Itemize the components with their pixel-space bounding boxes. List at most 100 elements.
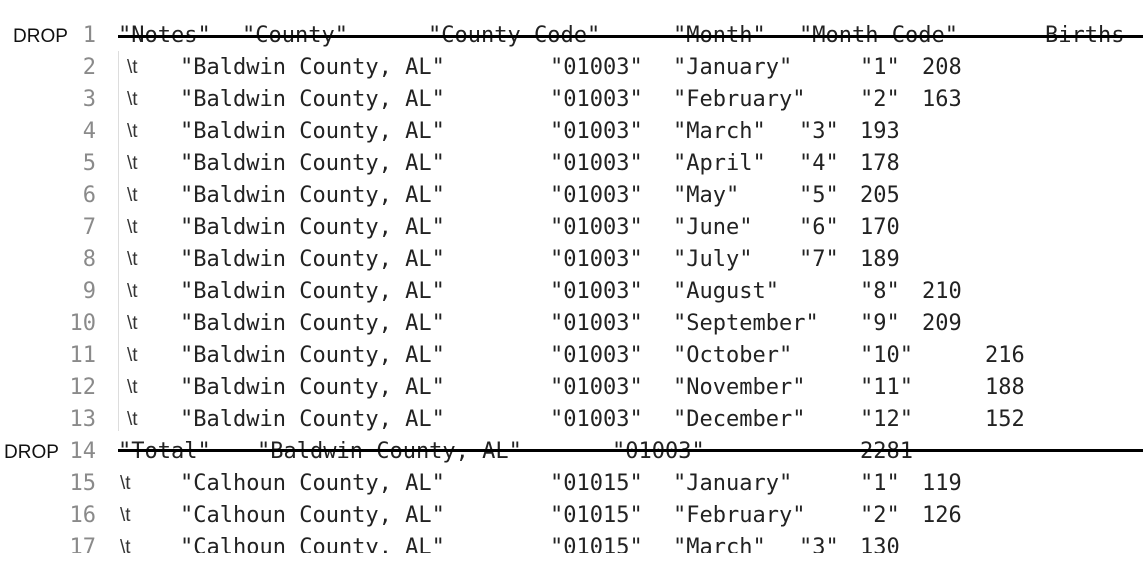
field-text: "February" [673,87,806,112]
field-text: "July" [673,247,753,272]
tab-marker: \t [120,537,131,553]
tab-marker: \t [127,185,138,206]
drop-label: DROP [4,442,59,463]
line-number: 13 [69,407,97,432]
field-text: "February" [673,503,806,528]
field-text: "9" [860,311,900,336]
tab-marker: \t [127,153,138,174]
field-text: "01003" [550,407,643,432]
line-number: 3 [82,87,96,112]
data-line[interactable]: 3 \t "Baldwin County, AL" "01003" "February"… [0,83,1143,115]
line-number: 5 [82,151,96,176]
line-number: 11 [69,343,97,368]
tab-marker: \t [127,313,138,334]
tab-marker: \t [127,57,138,78]
data-line[interactable]: 13 \t "Baldwin County, AL" "01003" "December… [0,403,1143,435]
data-line[interactable]: 4 \t "Baldwin County, AL" "01003" "March" "3"… [0,115,1143,147]
field-text: "01003" [550,247,643,272]
data-line[interactable]: 8 \t "Baldwin County, AL" "01003" "July" "7" 1… [0,243,1143,275]
field-text: 130 [860,535,900,553]
data-line[interactable]: 15 \t "Calhoun County, AL" "01015" "January"… [0,467,1143,499]
field-text: "01003" [550,151,643,176]
field-text: 189 [860,247,900,272]
drop-label: DROP [13,26,68,47]
field-text: "Baldwin County, AL" [180,343,445,368]
field-text: 178 [860,151,900,176]
data-line[interactable]: 2 \t "Baldwin County, AL" "01003" "January" "… [0,51,1143,83]
line-number: 8 [82,247,96,272]
text-editor[interactable]: DROP 1 "Notes" "County" "County Code" "Month"… [0,0,1143,553]
tab-marker: \t [127,281,138,302]
field-text: 163 [922,87,962,112]
field-text: "10" [860,343,913,368]
data-line[interactable]: 5 \t "Baldwin County, AL" "01003" "April" "4"… [0,147,1143,179]
field-text: "6" [799,215,839,240]
field-text: "Baldwin County, AL" [180,311,445,336]
line-number: 16 [69,503,97,528]
field-text: "01003" [550,183,643,208]
field-text: "01015" [550,471,643,496]
field-text: "2" [860,503,900,528]
field-text: "Baldwin County, AL" [180,119,445,144]
line-number: 4 [82,119,96,144]
tab-marker: \t [120,473,131,494]
field-text: "April" [673,151,766,176]
tab-marker: \t [127,121,138,142]
field-text: "December" [673,407,806,432]
line-number: 12 [69,375,97,400]
line-number: 9 [82,279,96,304]
field-text: "June" [673,215,753,240]
field-text: 210 [922,279,962,304]
field-text: "01003" [550,119,643,144]
strikethrough-line [118,35,1143,38]
data-line[interactable]: 6 \t "Baldwin County, AL" "01003" "May" "5" 20… [0,179,1143,211]
dropped-line[interactable]: DROP 14 "Total" "Baldwin County, AL" "01003"… [0,435,1143,467]
field-text: "3" [799,119,839,144]
tab-marker: \t [127,89,138,110]
field-text: "November" [673,375,806,400]
field-text: 188 [985,375,1025,400]
data-line[interactable]: 11 \t "Baldwin County, AL" "01003" "October"… [0,339,1143,371]
field-text: "3" [799,535,839,553]
field-text: "September" [673,311,819,336]
line-number: 14 [69,439,97,464]
data-line[interactable]: 12 \t "Baldwin County, AL" "01003" "November… [0,371,1143,403]
field-text: "2" [860,87,900,112]
data-line[interactable]: 7 \t "Baldwin County, AL" "01003" "June" "6" 1… [0,211,1143,243]
field-text: 209 [922,311,962,336]
field-text: 152 [985,407,1025,432]
field-text: "Baldwin County, AL" [180,375,445,400]
data-line[interactable]: 10 \t "Baldwin County, AL" "01003" "Septembe… [0,307,1143,339]
line-number: 10 [69,311,97,336]
tab-marker: \t [127,345,138,366]
field-text: "01003" [550,375,643,400]
field-text: "01003" [550,343,643,368]
field-text: 126 [922,503,962,528]
field-text: "Total" [118,438,211,466]
line-number: 15 [69,471,97,496]
line-number: 1 [82,23,96,48]
field-text: "12" [860,407,913,432]
strikethrough-line [118,449,1143,452]
data-line[interactable]: 16 \t "Calhoun County, AL" "01015" "February… [0,499,1143,531]
field-text: 119 [922,471,962,496]
field-text: 208 [922,55,962,80]
field-text: "Baldwin County, AL" [180,55,445,80]
field-text: 193 [860,119,900,144]
field-text: "May" [673,183,740,208]
tab-marker: \t [127,377,138,398]
field-text: "01003" [550,215,643,240]
data-line[interactable]: 9 \t "Baldwin County, AL" "01003" "August" "8… [0,275,1143,307]
field-text: "5" [799,183,839,208]
field-text: "4" [799,151,839,176]
field-text: 205 [860,183,900,208]
field-text: "01003" [550,311,643,336]
field-text: "Baldwin County, AL" [180,215,445,240]
field-text: "January" [673,471,793,496]
dropped-line[interactable]: DROP 1 "Notes" "County" "County Code" "Month"… [0,19,1143,51]
field-text: "1" [860,55,900,80]
field-text: "Calhoun County, AL" [180,471,445,496]
field-text: "Baldwin County, AL" [180,247,445,272]
field-text: "01015" [550,503,643,528]
data-line[interactable]: 17 \t "Calhoun County, AL" "01015" "March" "3… [0,531,1143,553]
